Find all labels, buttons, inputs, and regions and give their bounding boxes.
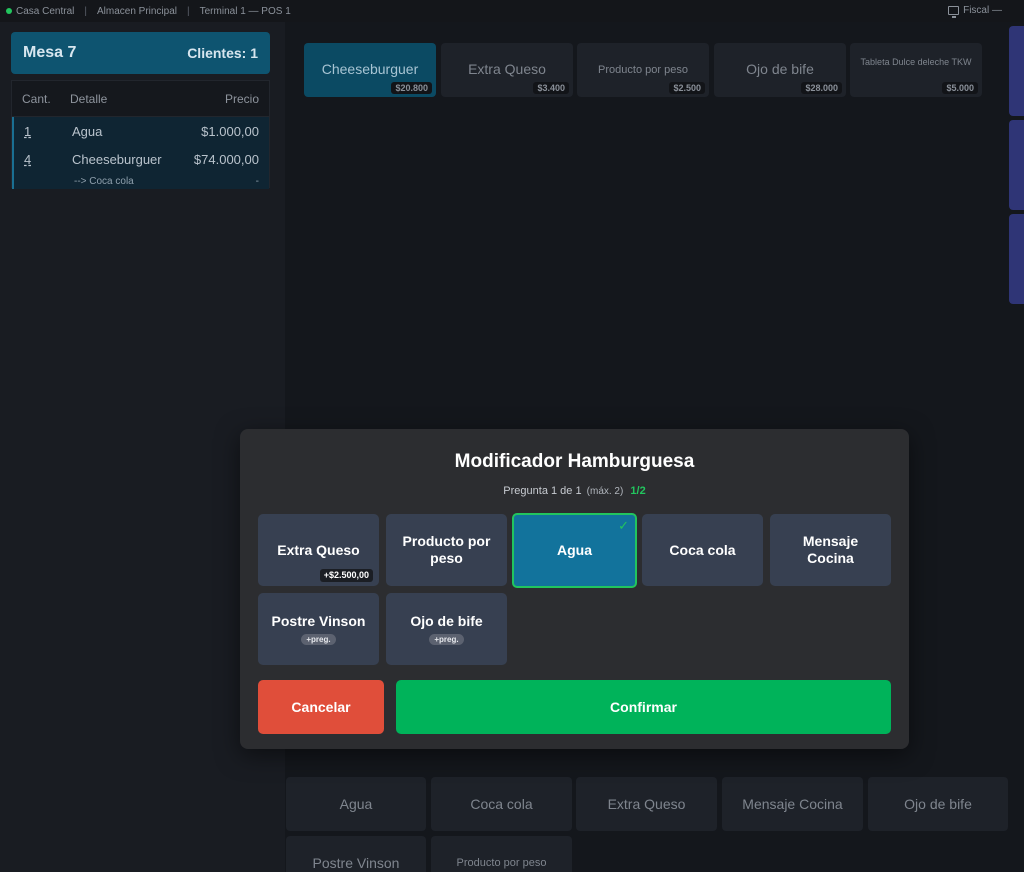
product-button[interactable]: Producto por peso $2.500: [577, 43, 709, 97]
check-icon: ✓: [618, 518, 629, 533]
product-name: Ojo de bife: [746, 61, 814, 78]
row-detail: Agua: [72, 123, 103, 139]
question-label: Pregunta 1 de 1: [503, 485, 582, 497]
product-button[interactable]: Extra Queso $3.400: [441, 43, 573, 97]
clients-count: Clientes: 1: [187, 45, 258, 61]
product-button[interactable]: Producto por peso: [431, 836, 572, 872]
row-price: $74.000,00: [193, 151, 259, 167]
product-button[interactable]: Ojo de bife: [868, 777, 1008, 831]
separator: |: [84, 5, 87, 17]
order-table-header: Cant. Detalle Precio: [12, 81, 269, 117]
product-button[interactable]: Ojo de bife $28.000: [714, 43, 846, 97]
product-price: $28.000: [801, 82, 842, 94]
option-coca-cola[interactable]: Coca cola: [642, 514, 763, 586]
max-selection: (máx. 2): [586, 486, 624, 497]
follow-up-question-badge: +preg.: [429, 633, 464, 646]
option-label: Mensaje Cocina: [802, 533, 859, 566]
side-tab[interactable]: [1009, 120, 1024, 210]
product-price: $3.400: [533, 82, 569, 94]
table-name: Mesa 7: [23, 44, 77, 61]
question-progress: Pregunta 1 de 1 (máx. 2) 1/2: [240, 485, 909, 497]
product-button[interactable]: Mensaje Cocina: [722, 777, 863, 831]
option-postre-vinson[interactable]: Postre Vinson +preg.: [258, 593, 379, 665]
product-name: Extra Queso: [468, 61, 546, 78]
modifier-dialog: Modificador Hamburguesa Pregunta 1 de 1 …: [240, 429, 909, 749]
fiscal-status[interactable]: Fiscal —: [948, 5, 1002, 18]
online-status-icon: [6, 8, 12, 14]
product-price: $2.500: [669, 82, 705, 94]
order-items-table: Cant. Detalle Precio 1 Agua $1.000,00 4 …: [11, 80, 270, 189]
side-tab[interactable]: [1009, 26, 1024, 116]
option-label: Extra Queso: [277, 541, 360, 558]
follow-up-question-badge: +preg.: [301, 633, 336, 646]
product-price: $5.000: [942, 82, 978, 94]
product-price: $20.800: [391, 82, 432, 94]
dialog-title: Modificador Hamburguesa: [454, 451, 695, 472]
product-button[interactable]: Postre Vinson: [286, 836, 426, 872]
fiscal-label: Fiscal —: [963, 5, 1002, 16]
product-name: Tableta Dulce deleche TKW: [860, 57, 972, 67]
selection-count: 1/2: [630, 485, 646, 497]
confirm-button[interactable]: Confirmar: [396, 680, 891, 734]
product-button[interactable]: Cheeseburguer $20.800: [304, 43, 436, 97]
option-label: Ojo de bife: [410, 612, 483, 629]
row-qty[interactable]: 4: [14, 152, 62, 167]
table-row[interactable]: 4 Cheeseburguer $74.000,00: [12, 145, 269, 173]
option-price: +$2.500,00: [319, 569, 373, 582]
row-price: $1.000,00: [201, 123, 259, 139]
product-button[interactable]: Coca cola: [431, 777, 572, 831]
product-button[interactable]: Tableta Dulce deleche TKW $5.000: [850, 43, 982, 97]
price-header: Precio: [224, 91, 259, 106]
detail-header: Detalle: [70, 91, 108, 106]
option-producto-por-peso[interactable]: Producto por peso: [386, 514, 507, 586]
option-ojo-de-bife[interactable]: Ojo de bife +preg.: [386, 593, 507, 665]
modifier-detail: --> Coca cola: [74, 175, 134, 187]
row-detail: Cheeseburguer: [72, 151, 162, 167]
top-status-bar: Casa Central | Almacen Principal | Termi…: [0, 0, 1024, 22]
row-qty[interactable]: 1: [14, 124, 62, 139]
cancel-button[interactable]: Cancelar: [258, 680, 384, 734]
option-label: Postre Vinson: [271, 612, 366, 629]
qty-header: Cant.: [22, 91, 51, 106]
option-label: Producto por peso: [402, 533, 491, 566]
option-agua[interactable]: Agua ✓: [512, 513, 637, 588]
option-extra-queso[interactable]: Extra Queso +$2.500,00: [258, 514, 379, 586]
modifier-price: -: [255, 175, 259, 187]
separator: |: [187, 5, 190, 17]
product-button[interactable]: Agua: [286, 777, 426, 831]
table-row-modifier: --> Coca cola -: [12, 173, 269, 189]
side-tab[interactable]: [1009, 214, 1024, 304]
option-mensaje-cocina[interactable]: Mensaje Cocina: [770, 514, 891, 586]
terminal-label: Terminal 1 — POS 1: [199, 5, 291, 17]
branch-label: Casa Central: [16, 5, 75, 17]
option-label: Agua: [557, 542, 592, 559]
product-name: Cheeseburguer: [321, 61, 419, 78]
table-header[interactable]: Mesa 7 Clientes: 1: [11, 32, 270, 74]
product-button[interactable]: Extra Queso: [576, 777, 717, 831]
table-row[interactable]: 1 Agua $1.000,00: [12, 117, 269, 145]
warehouse-label: Almacen Principal: [96, 5, 178, 17]
monitor-icon: [948, 6, 960, 18]
option-label: Coca cola: [669, 541, 736, 558]
product-name: Producto por peso: [598, 63, 688, 76]
